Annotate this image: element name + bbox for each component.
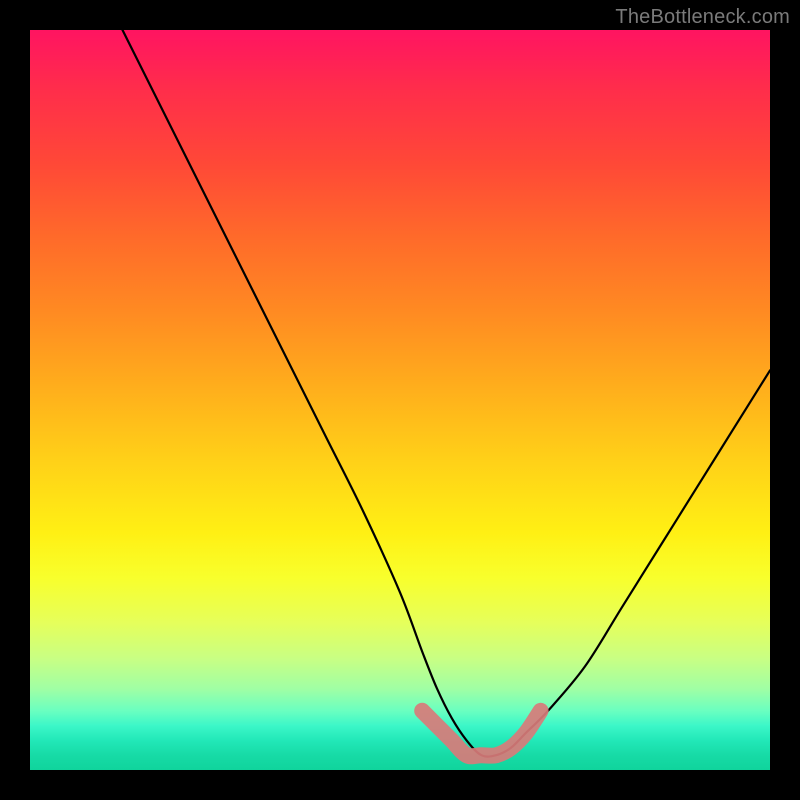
bottleneck-curve bbox=[104, 30, 770, 757]
highlight-band bbox=[422, 711, 540, 756]
plot-area bbox=[30, 30, 770, 770]
chart-frame: TheBottleneck.com bbox=[0, 0, 800, 800]
watermark-text: TheBottleneck.com bbox=[615, 6, 790, 29]
curve-layer bbox=[30, 30, 770, 770]
